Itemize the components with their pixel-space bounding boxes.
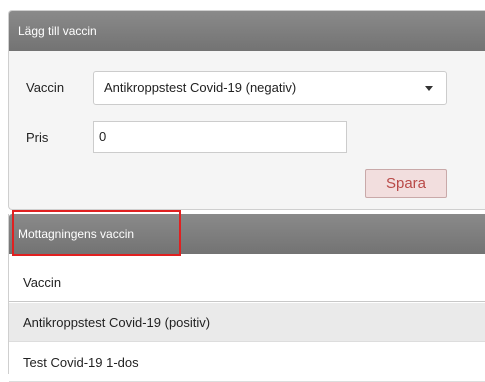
add-vaccine-panel-title: Lägg till vaccin [9, 11, 485, 51]
vaccine-selected-value: Antikroppstest Covid-19 (negativ) [104, 80, 297, 95]
table-row[interactable]: Antikroppstest Covid-19 (positiv) [9, 303, 485, 342]
add-vaccine-panel: Lägg till vaccin Vaccin Antikroppstest C… [8, 10, 485, 210]
table-row[interactable]: Test Covid-19 1-dos [9, 343, 485, 382]
clinic-vaccine-panel-title: Mottagningens vaccin [9, 214, 485, 254]
app-frame: Lägg till vaccin Vaccin Antikroppstest C… [0, 0, 485, 382]
vaccine-select[interactable]: Antikroppstest Covid-19 (negativ) [93, 71, 447, 105]
vaccine-label: Vaccin [26, 80, 65, 95]
save-button[interactable]: Spara [365, 169, 447, 198]
price-input[interactable]: 0 [93, 121, 347, 153]
price-label: Pris [26, 130, 49, 145]
chevron-down-icon [425, 86, 433, 91]
table-header-vaccine: Vaccin [9, 263, 485, 302]
clinic-vaccine-panel: Mottagningens vaccin Vaccin Antikroppste… [8, 214, 485, 382]
